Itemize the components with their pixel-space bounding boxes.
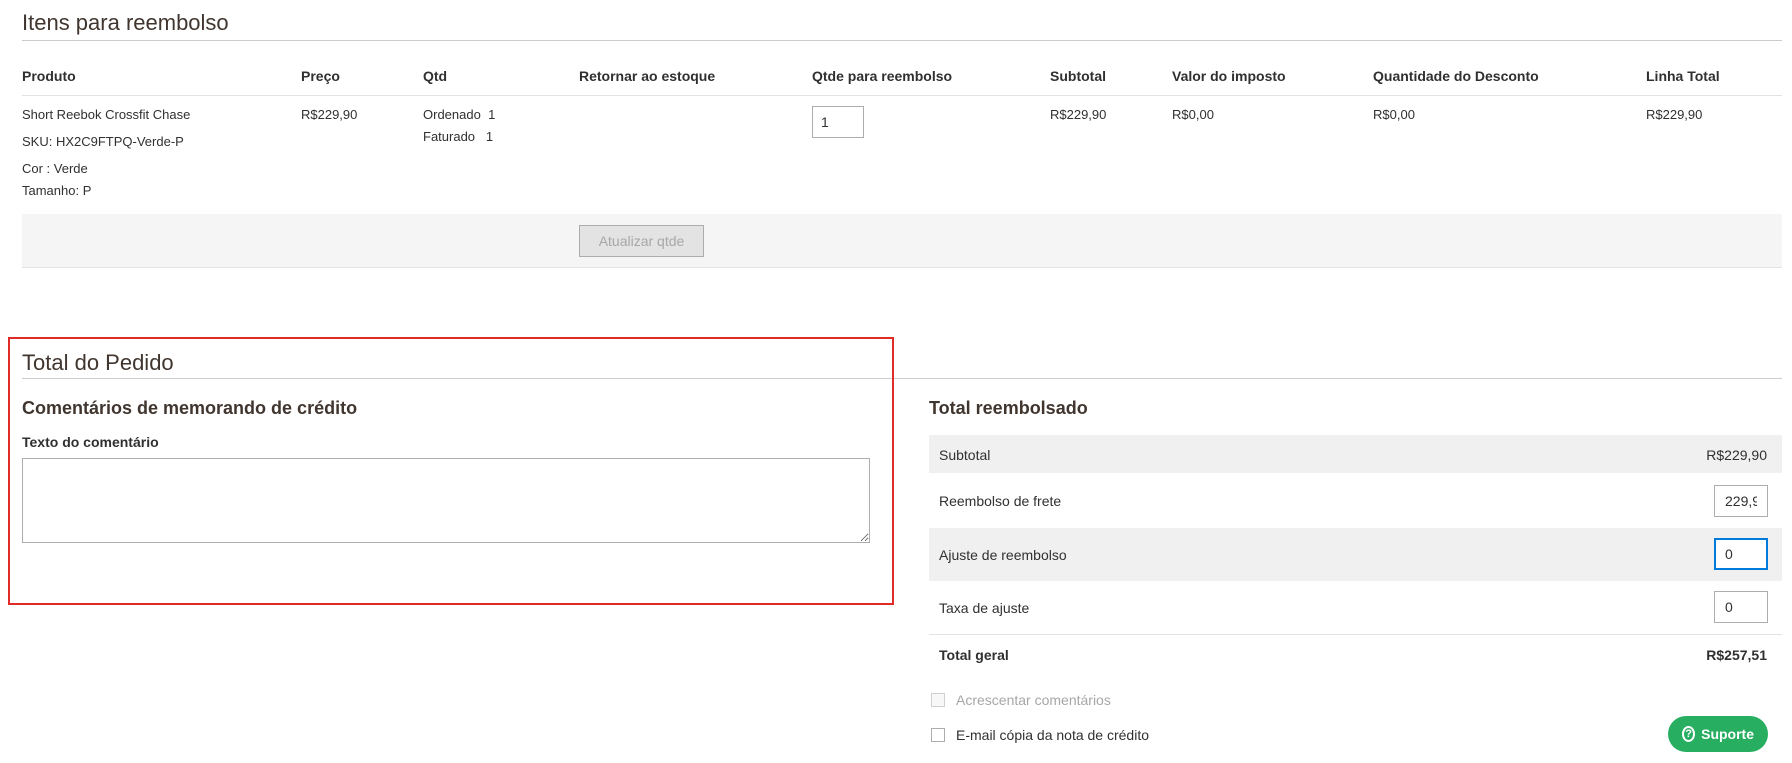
size-value: P	[82, 183, 92, 198]
product-name: Short Reebok Crossfit Chase	[22, 107, 191, 122]
grand-total-divider	[929, 634, 1782, 635]
email-copy-checkbox[interactable]	[931, 728, 945, 742]
col-row-total: Linha Total	[1646, 68, 1720, 84]
items-actions-row	[22, 214, 1782, 267]
discount-value: R$0,00	[1373, 107, 1415, 122]
col-subtotal: Subtotal	[1050, 68, 1106, 84]
shipping-refund-label: Reembolso de frete	[939, 493, 1062, 509]
size-label: Tamanho:	[22, 183, 80, 198]
col-price: Preço	[301, 68, 340, 84]
color-label: Cor :	[22, 161, 51, 176]
shipping-refund-input[interactable]	[1714, 485, 1768, 517]
col-product: Produto	[22, 68, 76, 84]
color-value: Verde	[53, 161, 88, 176]
items-title-divider	[22, 40, 1782, 41]
refund-totals-title: Total reembolsado	[929, 398, 1088, 418]
append-comments-checkbox[interactable]	[931, 693, 945, 707]
col-discount-amount: Quantidade do Desconto	[1373, 68, 1539, 84]
col-tax-amount: Valor do imposto	[1172, 68, 1286, 84]
adjustment-refund-label: Ajuste de reembolso	[939, 547, 1067, 563]
items-actions-divider	[22, 267, 1782, 268]
tax-value: R$0,00	[1172, 107, 1214, 122]
update-qty-button[interactable]: Atualizar qtde	[579, 225, 704, 257]
comments-title: Comentários de memorando de crédito	[22, 398, 358, 418]
question-circle-icon: ?	[1682, 726, 1696, 742]
items-section-title: Itens para reembolso	[22, 10, 229, 35]
invoiced-value: 1	[485, 129, 494, 144]
subtotal-total-value: R$229,90	[1706, 447, 1767, 463]
qty-invoiced: Faturado 1	[423, 129, 493, 144]
adjustment-fee-input[interactable]	[1714, 591, 1768, 623]
adjustment-fee-label: Taxa de ajuste	[939, 600, 1030, 616]
support-button[interactable]: ? Suporte	[1668, 716, 1768, 752]
comment-textarea[interactable]	[22, 458, 870, 543]
row-total-value: R$229,90	[1646, 107, 1703, 122]
col-return-to-stock: Retornar ao estoque	[579, 68, 716, 84]
email-copy-label: E-mail cópia da nota de crédito	[956, 727, 1149, 743]
refund-qty-input[interactable]	[812, 106, 864, 138]
ordered-value: 1	[488, 107, 496, 122]
items-header-divider	[22, 95, 1782, 96]
product-size-option: Tamanho: P	[22, 183, 91, 198]
grand-total-value: R$257,51	[1706, 647, 1767, 663]
subtotal-row	[929, 435, 1782, 473]
col-qty-to-refund: Qtde para reembolso	[812, 68, 953, 84]
price-value: R$229,90	[301, 107, 358, 122]
col-qty: Qtd	[423, 68, 448, 84]
product-sku: SKU: HX2C9FTPQ-Verde-P	[22, 134, 184, 149]
grand-total-label: Total geral	[939, 647, 1009, 663]
support-label: Suporte	[1701, 726, 1754, 742]
subtotal-value: R$229,90	[1050, 107, 1107, 122]
append-comments-label: Acrescentar comentários	[956, 692, 1111, 708]
subtotal-label: Subtotal	[939, 447, 991, 463]
invoiced-label: Faturado	[423, 129, 476, 144]
comment-text-label: Texto do comentário	[22, 434, 159, 450]
qty-ordered: Ordenado 1	[423, 107, 495, 122]
adjustment-refund-input[interactable]	[1714, 538, 1768, 570]
product-color-option: Cor : Verde	[22, 161, 88, 176]
ordered-label: Ordenado	[423, 107, 481, 122]
